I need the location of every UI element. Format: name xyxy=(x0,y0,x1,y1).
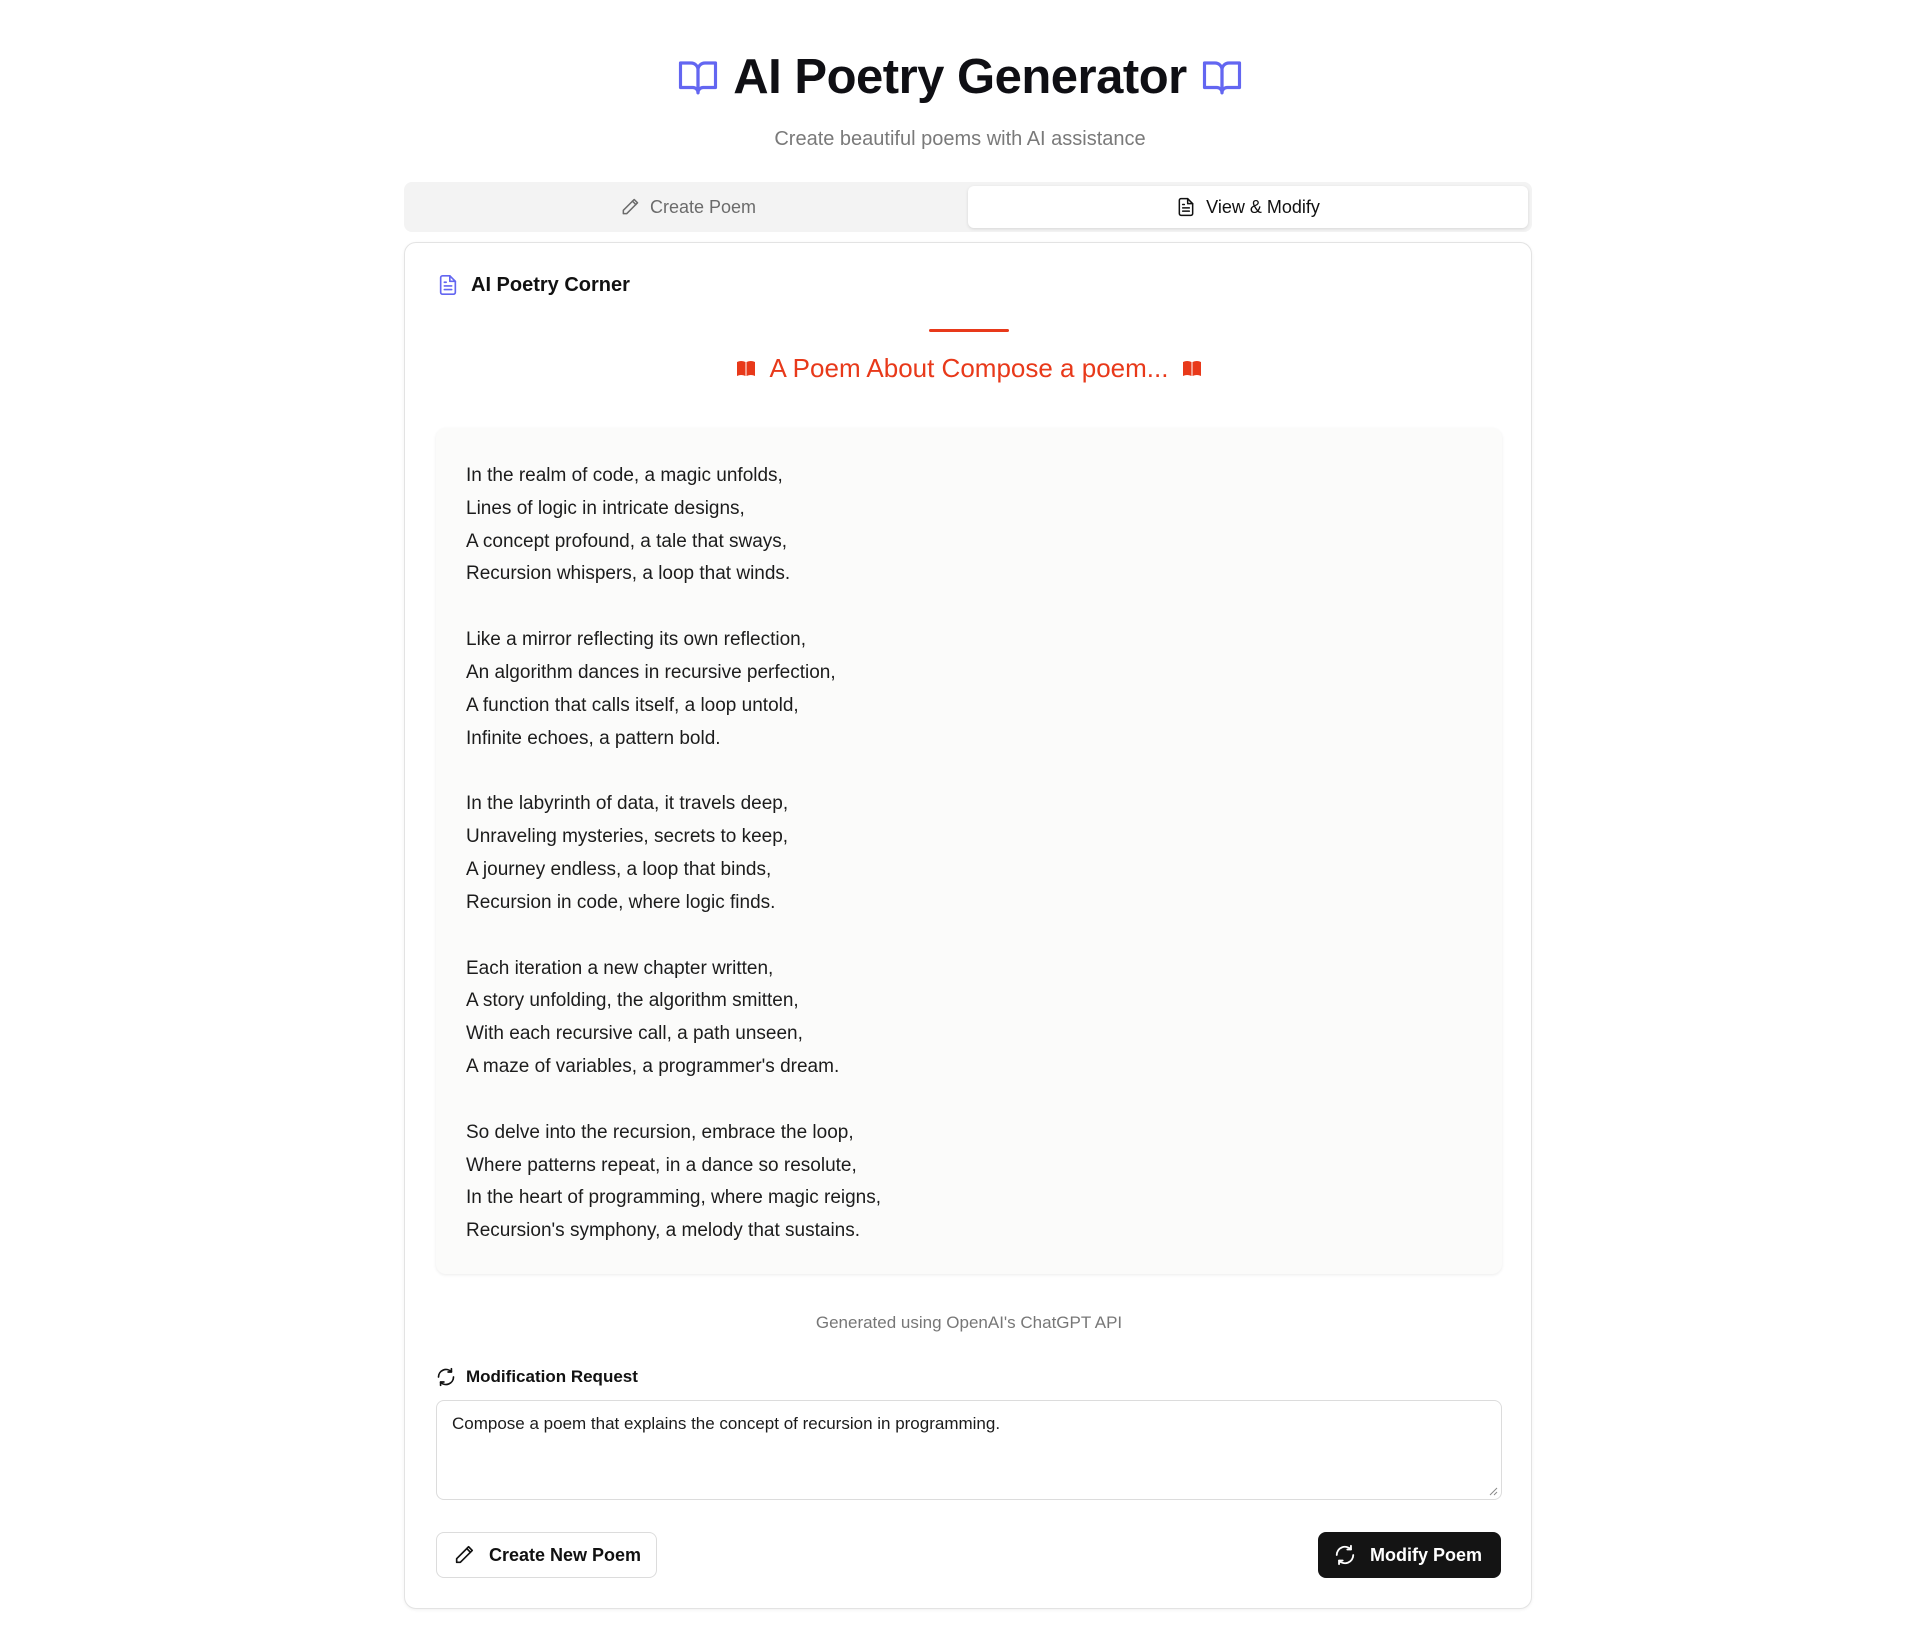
refresh-icon xyxy=(1335,1544,1355,1566)
tab-view-modify[interactable]: View & Modify xyxy=(968,186,1528,228)
modification-request-textarea[interactable]: Compose a poem that explains the concept… xyxy=(436,1400,1502,1500)
poem-line: A maze of variables, a programmer's drea… xyxy=(466,1055,840,1077)
modification-request-value: Compose a poem that explains the concept… xyxy=(452,1414,1001,1433)
poem-title: A Poem About Compose a poem... xyxy=(405,353,1533,384)
resize-handle-icon[interactable] xyxy=(1488,1486,1498,1496)
tab-bar: Create Poem View & Modify xyxy=(404,182,1532,232)
poem-line: Recursion whispers, a loop that winds. xyxy=(466,563,791,585)
poem-line: Like a mirror reflecting its own reflect… xyxy=(466,629,807,651)
poem-card: AI Poetry Corner A Poem About Compose a … xyxy=(404,242,1532,1609)
modify-poem-label: Modify Poem xyxy=(1370,1544,1483,1565)
poem-line: Recursion's symphony, a melody that sust… xyxy=(466,1220,861,1242)
poem-line: A journey endless, a loop that binds, xyxy=(466,858,772,880)
poem-stanza: Like a mirror reflecting its own reflect… xyxy=(466,624,1472,755)
credit-text: Generated using OpenAI's ChatGPT API xyxy=(815,1313,1123,1332)
poem-stanza: In the labyrinth of data, it travels dee… xyxy=(466,788,1472,919)
card-header-label: AI Poetry Corner xyxy=(471,273,630,296)
book-icon xyxy=(1183,360,1202,376)
poem-line: With each recursive call, a path unseen, xyxy=(466,1023,803,1045)
poem-line: Infinite echoes, a pattern bold. xyxy=(466,727,721,749)
poem-body: In the realm of code, a magic unfolds, L… xyxy=(436,428,1502,1274)
poem-line: A story unfolding, the algorithm smitten… xyxy=(466,990,799,1012)
pencil-icon xyxy=(622,198,639,215)
modification-label: Modification Request xyxy=(436,1367,638,1387)
modify-poem-button[interactable]: Modify Poem xyxy=(1318,1532,1501,1578)
tab-label: View & Modify xyxy=(1206,196,1320,217)
refresh-icon xyxy=(437,1367,455,1387)
poem-line: In the labyrinth of data, it travels dee… xyxy=(466,793,789,815)
modification-label-text: Modification Request xyxy=(466,1367,638,1386)
poem-line: Lines of logic in intricate designs, xyxy=(466,497,745,519)
create-new-poem-label: Create New Poem xyxy=(489,1544,642,1565)
poem-line: A concept profound, a tale that sways, xyxy=(466,530,788,552)
book-open-icon xyxy=(679,61,718,95)
poem-line: An algorithm dances in recursive perfect… xyxy=(466,661,836,683)
card-header: AI Poetry Corner xyxy=(437,273,630,297)
page-header: AI Poetry Generator Create beautiful poe… xyxy=(0,46,1920,151)
document-icon xyxy=(1178,197,1194,217)
tab-create-poem[interactable]: Create Poem xyxy=(408,186,968,228)
pencil-icon xyxy=(455,1545,474,1564)
poem-line: In the heart of programming, where magic… xyxy=(466,1187,882,1209)
poem-title-text: A Poem About Compose a poem... xyxy=(769,353,1169,383)
poem-line: So delve into the recursion, embrace the… xyxy=(466,1121,854,1143)
poem-stanza: In the realm of code, a magic unfolds, L… xyxy=(466,460,1472,591)
poem-stanza: So delve into the recursion, embrace the… xyxy=(466,1117,1472,1248)
book-icon xyxy=(736,360,755,376)
accent-divider xyxy=(929,329,1009,332)
poem-stanza: Each iteration a new chapter written, A … xyxy=(466,953,1472,1084)
page-subtitle: Create beautiful poems with AI assistanc… xyxy=(774,128,1146,150)
create-new-poem-button[interactable]: Create New Poem xyxy=(436,1532,657,1578)
page-title: AI Poetry Generator xyxy=(733,50,1187,104)
poem-line: Unraveling mysteries, secrets to keep, xyxy=(466,826,789,848)
poem-line: Where patterns repeat, in a dance so res… xyxy=(466,1154,857,1176)
poem-line: Each iteration a new chapter written, xyxy=(466,957,774,979)
book-open-icon xyxy=(1202,61,1241,95)
title-row: AI Poetry Generator xyxy=(0,46,1920,108)
poem-line: A function that calls itself, a loop unt… xyxy=(466,694,799,716)
poem-line: In the realm of code, a magic unfolds, xyxy=(466,465,783,486)
document-icon xyxy=(439,275,457,295)
tab-label: Create Poem xyxy=(649,196,757,217)
poem-line: Recursion in code, where logic finds. xyxy=(466,891,776,913)
